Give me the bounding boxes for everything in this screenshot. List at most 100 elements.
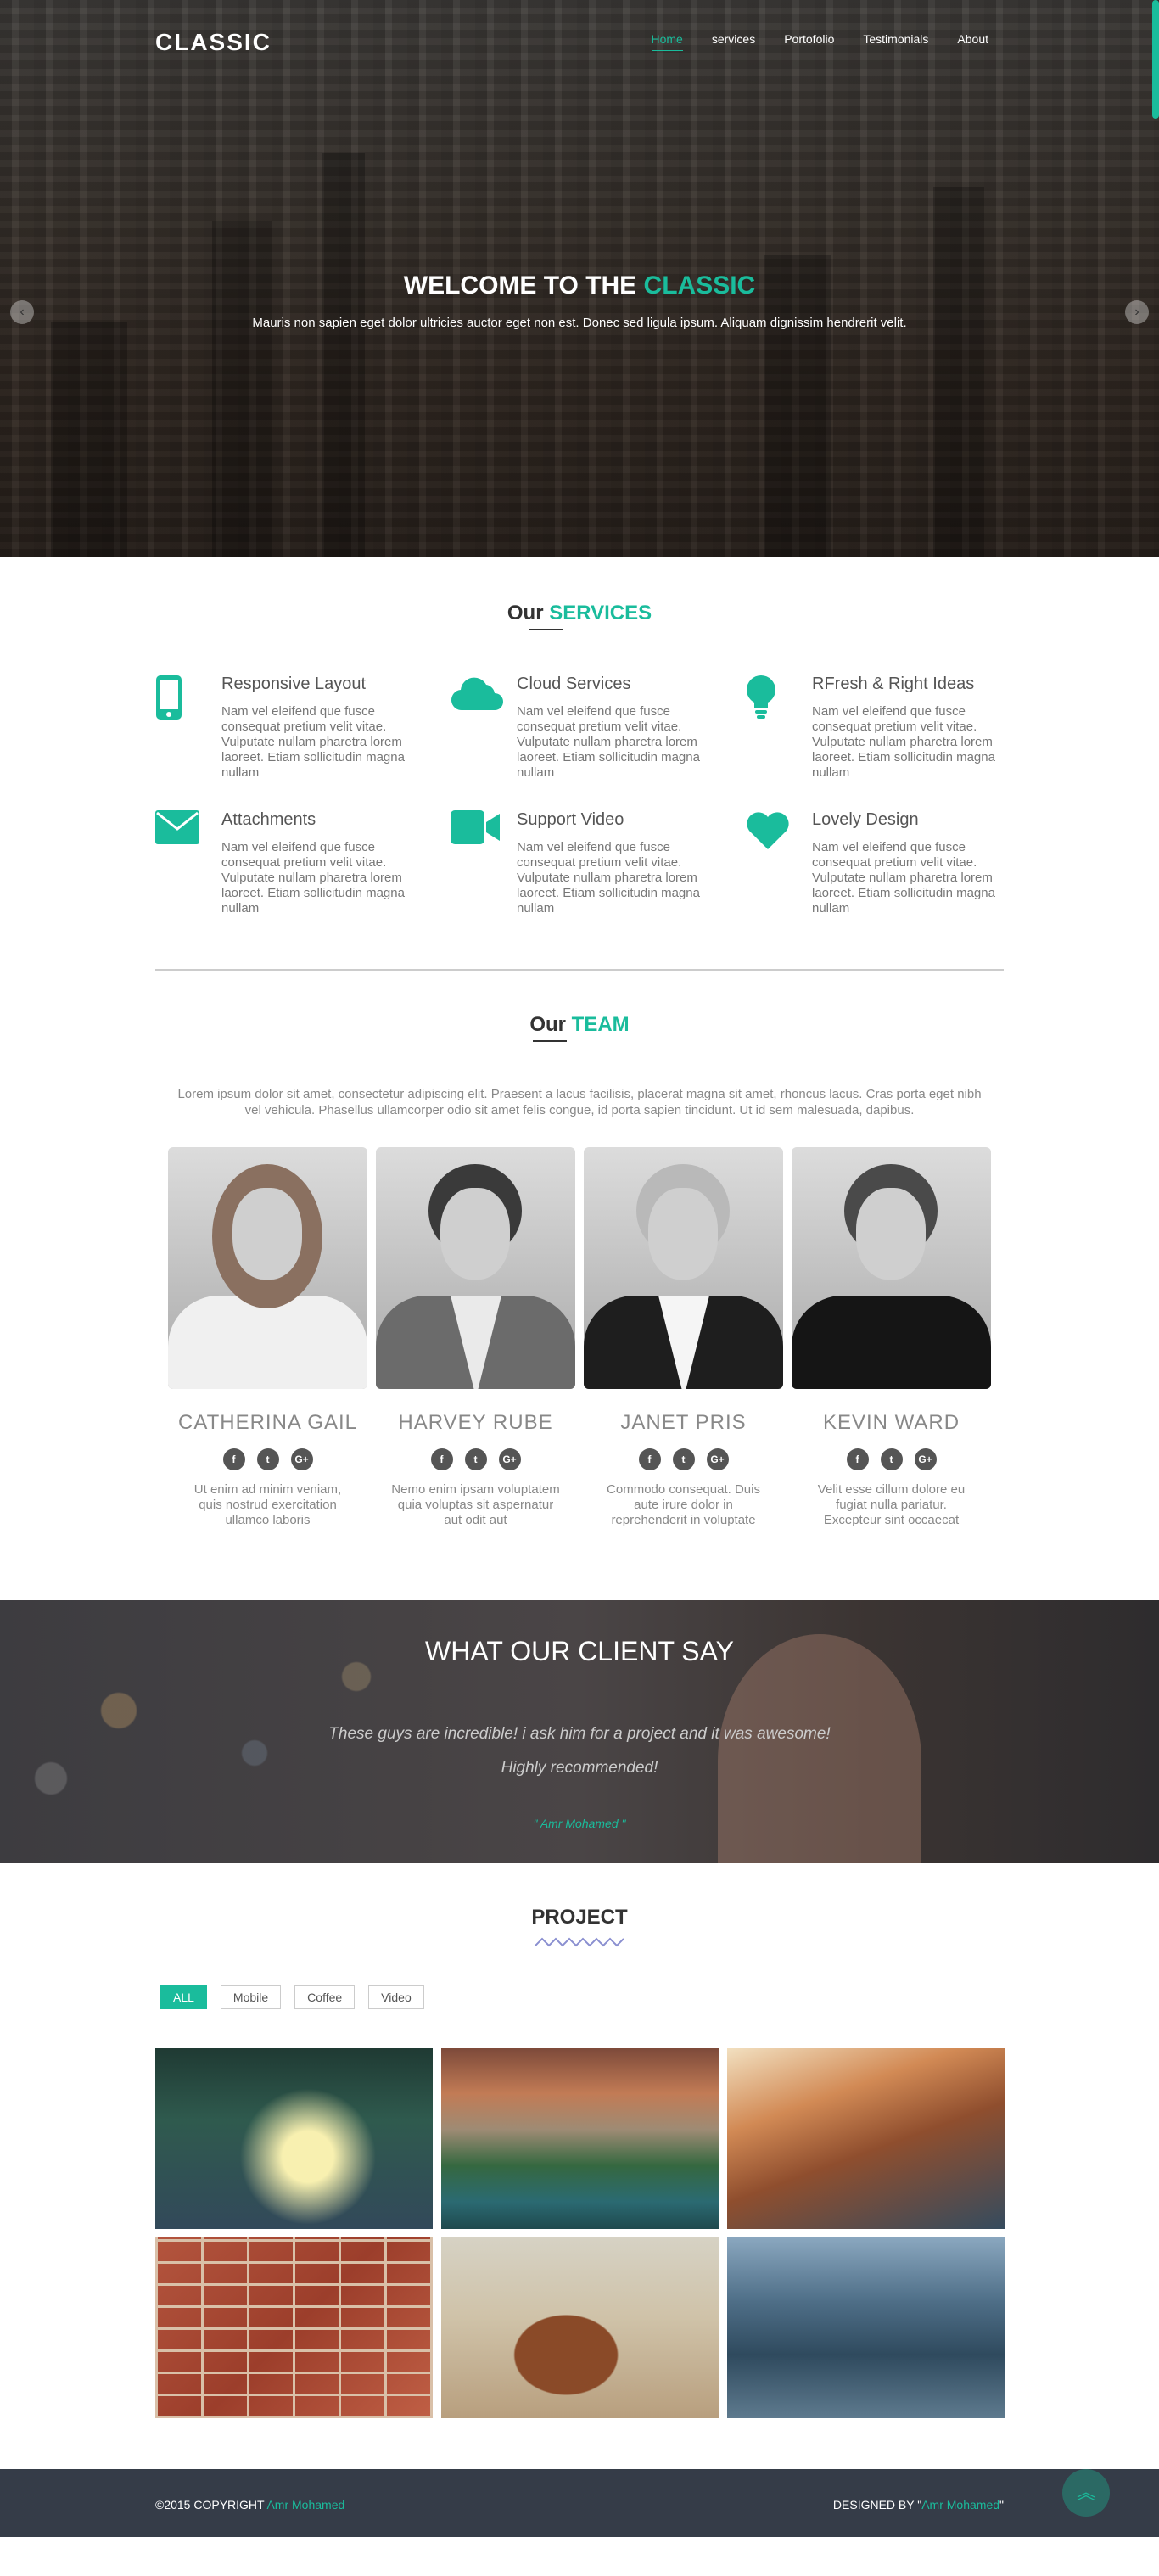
facebook-icon[interactable]: f [846, 1448, 869, 1470]
project-section: PROJECT ALL Mobile Coffee Video [155, 1863, 1005, 2418]
project-tile-brick-wall[interactable] [155, 2237, 433, 2418]
cloud-icon [451, 675, 517, 781]
facebook-icon[interactable]: f [638, 1448, 661, 1470]
nav-about[interactable]: About [957, 32, 988, 51]
quote-line: Highly recommended! [501, 1759, 658, 1777]
nav-portfolio[interactable]: Portofolio [784, 32, 834, 51]
service-title: Support Video [517, 810, 624, 829]
hero-title-prefix: WELCOME TO THE [403, 272, 637, 300]
project-tile-city-rooftops[interactable] [727, 2237, 1005, 2418]
project-filters: ALL Mobile Coffee Video [160, 1985, 1004, 2009]
hero-title: WELCOME TO THE CLASSIC [0, 272, 1159, 300]
team-member: HARVEY RUBE f t G+ Nemo enim ipsam volup… [376, 1147, 575, 1528]
google-plus-icon[interactable]: G+ [914, 1448, 937, 1470]
services-title-prefix: Our [507, 602, 544, 624]
service-item: Cloud Services Nam vel eleifend que fusc… [451, 675, 729, 781]
service-title: Cloud Services [517, 675, 631, 693]
team-member: JANET PRIS f t G+ Commodo consequat. Dui… [584, 1147, 783, 1528]
services-title: Our SERVICES [155, 602, 1004, 625]
service-text: Nam vel eleifend que fusce consequat pre… [221, 704, 405, 780]
project-tile-highland-cow[interactable] [441, 2237, 719, 2418]
nav-services[interactable]: services [712, 32, 755, 51]
testimonial-author: " Amr Mohamed " [533, 1817, 626, 1830]
team-section: Our TEAM Lorem ipsum dolor sit amet, con… [155, 971, 1004, 1528]
project-gallery [155, 2048, 1005, 2418]
scroll-to-top-icon[interactable]: ︽ [1062, 2469, 1110, 2517]
testimonials-section: WHAT OUR CLIENT SAY These guys are incre… [0, 1600, 1159, 1863]
service-item: Support Video Nam vel eleifend que fusce… [451, 810, 729, 916]
member-socials: f t G+ [376, 1448, 575, 1470]
twitter-icon[interactable]: t [672, 1448, 695, 1470]
facebook-icon[interactable]: f [222, 1448, 245, 1470]
twitter-icon[interactable]: t [256, 1448, 279, 1470]
google-plus-icon[interactable]: G+ [290, 1448, 313, 1470]
twitter-icon[interactable]: t [880, 1448, 903, 1470]
filter-mobile[interactable]: Mobile [220, 1985, 282, 2009]
member-bio: Nemo enim ipsam voluptatem quia voluptas… [391, 1482, 560, 1527]
project-tile-boat[interactable] [727, 2048, 1005, 2229]
services-grid: Responsive Layout Nam vel eleifend que f… [155, 675, 1004, 916]
service-title: RFresh & Right Ideas [812, 675, 975, 693]
logo[interactable]: CLASSIC [155, 29, 272, 56]
services-title-accent: SERVICES [549, 602, 652, 624]
team-intro: Lorem ipsum dolor sit amet, consectetur … [177, 1087, 982, 1117]
designed-prefix: DESIGNED BY " [832, 2498, 922, 2512]
member-bio: Velit esse cillum dolore eu fugiat nulla… [817, 1482, 966, 1527]
footer-copyright: ©2015 COPYRIGHT Amr Mohamed [155, 2498, 344, 2512]
member-socials: f t G+ [792, 1448, 991, 1470]
hero-subtitle: Mauris non sapien eget dolor ultricies a… [252, 316, 907, 330]
member-name: CATHERINA GAIL [178, 1411, 357, 1434]
page-scrollbar[interactable] [1152, 0, 1159, 119]
title-underline [529, 629, 563, 630]
member-name: KEVIN WARD [822, 1411, 960, 1434]
team-member: CATHERINA GAIL f t G+ Ut enim ad minim v… [168, 1147, 367, 1528]
service-title: Lovely Design [812, 810, 919, 829]
service-item: Attachments Nam vel eleifend que fusce c… [155, 810, 434, 916]
heart-icon [746, 810, 812, 916]
service-item: Lovely Design Nam vel eleifend que fusce… [746, 810, 1024, 916]
filter-all[interactable]: ALL [160, 1985, 207, 2009]
member-socials: f t G+ [584, 1448, 783, 1470]
hero-text: WELCOME TO THE CLASSIC Mauris non sapien… [0, 272, 1159, 330]
quote-line: These guys are incredible! i ask him for… [328, 1725, 831, 1743]
member-photo [792, 1147, 991, 1389]
twitter-icon[interactable]: t [464, 1448, 487, 1470]
designed-suffix: " [999, 2498, 1004, 2512]
project-title: PROJECT [531, 1906, 628, 1929]
testimonial-quote: These guys are incredible! i ask him for… [0, 1717, 1159, 1785]
nav-home[interactable]: Home [651, 32, 683, 51]
envelope-icon [155, 810, 221, 916]
project-tile-mountain-lake[interactable] [441, 2048, 719, 2229]
services-section: Our SERVICES Responsive Layout Nam vel e… [155, 557, 1004, 916]
service-title: Responsive Layout [221, 675, 367, 693]
member-photo [168, 1147, 367, 1389]
google-plus-icon[interactable]: G+ [498, 1448, 521, 1470]
filter-coffee[interactable]: Coffee [294, 1985, 356, 2009]
member-socials: f t G+ [168, 1448, 367, 1470]
site-footer: ©2015 COPYRIGHT Amr Mohamed DESIGNED BY … [0, 2469, 1159, 2537]
copyright-name[interactable]: Amr Mohamed [266, 2498, 344, 2512]
facebook-icon[interactable]: f [430, 1448, 453, 1470]
member-name: HARVEY RUBE [398, 1411, 553, 1434]
team-title-prefix: Our [529, 1013, 566, 1036]
footer-designed-by: DESIGNED BY "Amr Mohamed" [833, 2498, 1004, 2512]
nav-testimonials[interactable]: Testimonials [863, 32, 928, 51]
hero-slider: CLASSIC Home services Portofolio Testimo… [0, 0, 1159, 557]
team-title: Our TEAM [155, 1013, 1004, 1037]
service-item: Responsive Layout Nam vel eleifend que f… [155, 675, 434, 781]
mobile-icon [155, 675, 221, 781]
team-grid: CATHERINA GAIL f t G+ Ut enim ad minim v… [168, 1147, 991, 1528]
service-title: Attachments [221, 810, 316, 829]
project-tile-road[interactable] [155, 2048, 433, 2229]
google-plus-icon[interactable]: G+ [706, 1448, 729, 1470]
filter-video[interactable]: Video [368, 1985, 424, 2009]
prev-slide-arrow-icon[interactable]: ‹ [10, 300, 34, 324]
title-underline [533, 1040, 567, 1042]
designed-name[interactable]: Amr Mohamed [921, 2498, 999, 2512]
member-bio: Ut enim ad minim veniam, quis nostrud ex… [193, 1482, 342, 1527]
nav-menu: Home services Portofolio Testimonials Ab… [623, 32, 988, 51]
member-photo [584, 1147, 783, 1389]
service-text: Nam vel eleifend que fusce consequat pre… [221, 840, 405, 916]
hero-title-accent: CLASSIC [643, 272, 756, 300]
next-slide-arrow-icon[interactable]: › [1125, 300, 1149, 324]
